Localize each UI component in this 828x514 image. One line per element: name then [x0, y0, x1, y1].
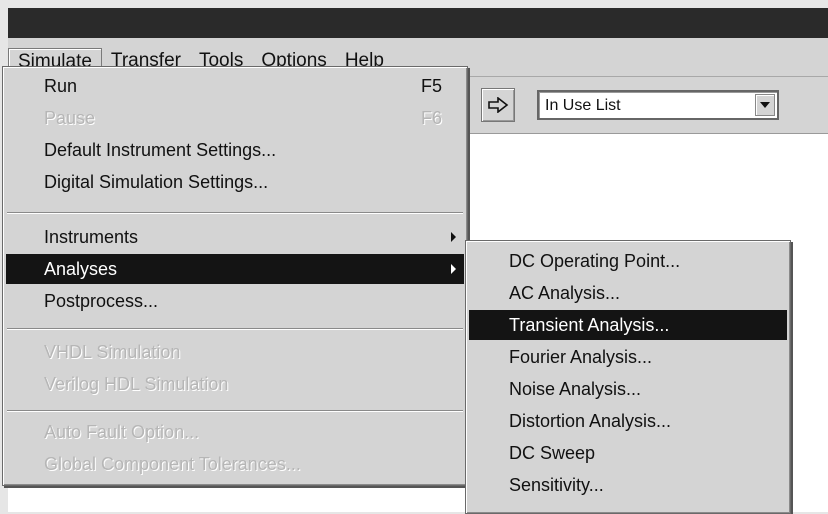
- menu-separator: [7, 410, 463, 412]
- menu-item-label: Verilog HDL Simulation: [44, 374, 229, 394]
- submenu-arrow-icon: [451, 232, 456, 242]
- menu-item-verilog-hdl-simulation: Verilog HDL Simulation: [6, 369, 464, 399]
- menu-item-postprocess[interactable]: Postprocess...: [6, 286, 464, 316]
- menu-item-label: Default Instrument Settings...: [44, 140, 277, 160]
- menu-item-label: Fourier Analysis...: [509, 347, 653, 367]
- menu-item-digital-simulation-settings[interactable]: Digital Simulation Settings...: [6, 167, 464, 197]
- analyses-submenu: DC Operating Point... AC Analysis... Tra…: [465, 240, 791, 514]
- dropdown-value: In Use List: [545, 97, 621, 114]
- menu-item-default-instrument-settings[interactable]: Default Instrument Settings...: [6, 135, 464, 165]
- forward-button[interactable]: [481, 88, 515, 122]
- menu-item-global-component-tolerances: Global Component Tolerances...: [6, 449, 464, 479]
- submenu-item-dc-operating-point[interactable]: DC Operating Point...: [469, 246, 787, 276]
- menu-item-instruments[interactable]: Instruments: [6, 222, 464, 252]
- shortcut-label: F5: [420, 76, 442, 96]
- menu-item-label: VHDL Simulation: [44, 342, 181, 362]
- menu-item-vhdl-simulation: VHDL Simulation: [6, 337, 464, 367]
- simulate-menu: Run F5 Pause F6 Default Instrument Setti…: [2, 66, 468, 486]
- menu-item-label: DC Operating Point...: [509, 251, 681, 271]
- menu-item-label: Noise Analysis...: [509, 379, 642, 399]
- title-bar: [8, 8, 828, 38]
- menu-item-label: Instruments: [44, 227, 139, 247]
- menu-item-label: AC Analysis...: [509, 283, 621, 303]
- menu-separator: [7, 328, 463, 330]
- submenu-item-transient-analysis[interactable]: Transient Analysis...: [469, 310, 787, 340]
- submenu-item-distortion-analysis[interactable]: Distortion Analysis...: [469, 406, 787, 436]
- in-use-list-dropdown[interactable]: In Use List: [537, 90, 779, 120]
- chevron-down-icon: [760, 102, 770, 108]
- menu-item-label: Run: [44, 76, 78, 96]
- submenu-arrow-icon: [451, 264, 456, 274]
- menu-item-label: Auto Fault Option...: [44, 422, 200, 442]
- forward-arrow-icon: [488, 97, 509, 113]
- menu-item-label: Sensitivity...: [509, 475, 604, 495]
- menu-item-label: Digital Simulation Settings...: [44, 172, 269, 192]
- menu-item-auto-fault-option: Auto Fault Option...: [6, 417, 464, 447]
- submenu-item-ac-analysis[interactable]: AC Analysis...: [469, 278, 787, 308]
- submenu-item-sensitivity[interactable]: Sensitivity...: [469, 470, 787, 500]
- menu-item-label: DC Sweep: [509, 443, 596, 463]
- shortcut-label: F6: [420, 108, 442, 128]
- menu-item-run[interactable]: Run F5: [6, 71, 464, 101]
- dropdown-arrow-button[interactable]: [755, 94, 775, 116]
- menu-item-label: Transient Analysis...: [509, 315, 670, 335]
- menu-item-analyses[interactable]: Analyses: [6, 254, 464, 284]
- submenu-item-fourier-analysis[interactable]: Fourier Analysis...: [469, 342, 787, 372]
- menu-item-label: Distortion Analysis...: [509, 411, 672, 431]
- menu-separator: [7, 212, 463, 214]
- menu-item-label: Analyses: [44, 259, 118, 279]
- submenu-item-dc-sweep[interactable]: DC Sweep: [469, 438, 787, 468]
- menu-item-label: Pause: [44, 108, 96, 128]
- menu-item-pause: Pause F6: [6, 103, 464, 133]
- menu-item-label: Global Component Tolerances...: [44, 454, 301, 474]
- menu-item-label: Postprocess...: [44, 291, 159, 311]
- submenu-item-noise-analysis[interactable]: Noise Analysis...: [469, 374, 787, 404]
